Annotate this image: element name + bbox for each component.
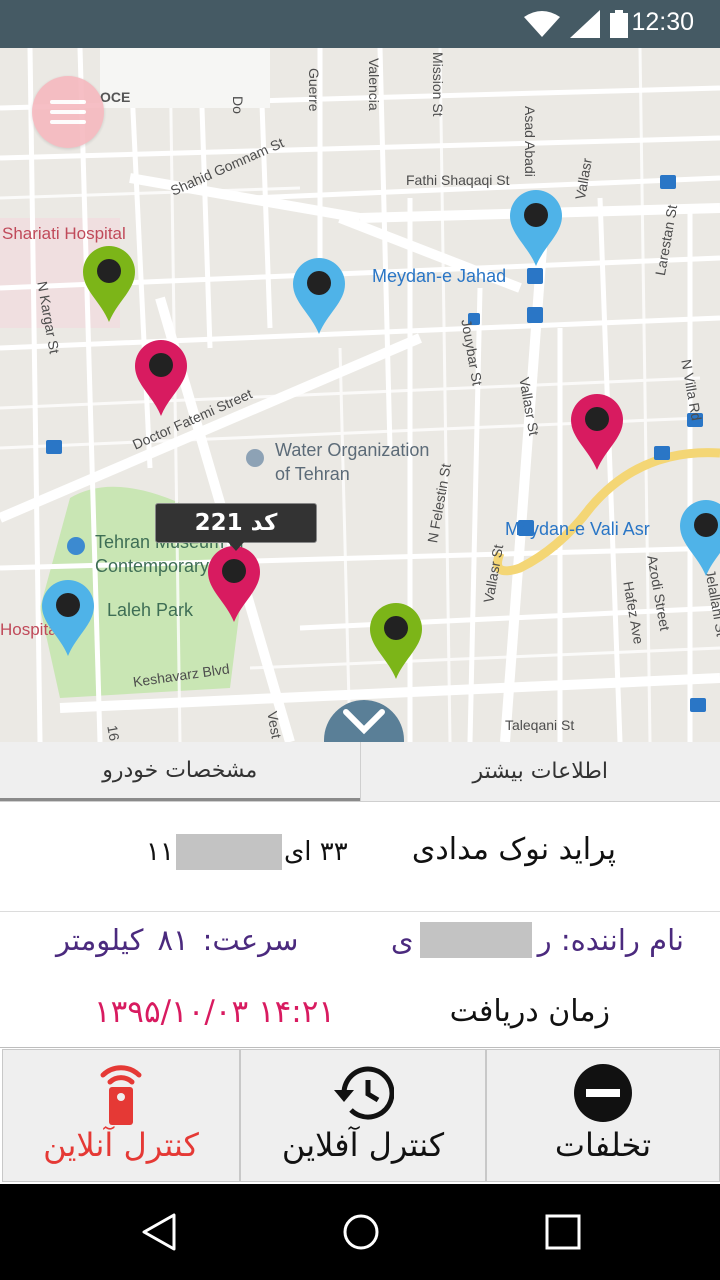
remote-signal-icon xyxy=(100,1065,142,1125)
map-marker-pink[interactable] xyxy=(569,392,625,472)
back-button[interactable] xyxy=(132,1204,188,1260)
map-label-fathi: Fathi Shaqaqi St xyxy=(406,172,510,188)
map-marker-green[interactable] xyxy=(368,601,424,681)
map-marker-blue[interactable] xyxy=(508,188,564,268)
system-nav-bar xyxy=(0,1184,720,1280)
map-label-water-org-1: Water Organization xyxy=(275,440,430,460)
menu-icon-bar xyxy=(50,120,86,124)
plate-redacted xyxy=(175,834,282,870)
collapse-panel-button[interactable] xyxy=(324,700,404,742)
home-circle-icon xyxy=(343,1214,379,1250)
recents-square-icon xyxy=(545,1214,581,1250)
map-label-do: Do xyxy=(230,96,246,114)
driver-name: نام راننده: ر ی xyxy=(391,920,684,960)
map-label-water-org-2: of Tehran xyxy=(275,464,350,484)
map-label-taleqani: Taleqani St xyxy=(505,717,575,733)
receive-time-value: ۱۳۹۵/۱۰/۰۳ ۱۴:۲۱ xyxy=(94,994,335,1030)
status-bar: 12:30 xyxy=(0,0,720,48)
map-label-oce: OCE xyxy=(100,89,131,105)
home-button[interactable] xyxy=(333,1204,389,1260)
menu-icon-bar xyxy=(50,100,86,104)
map-marker-blue[interactable] xyxy=(291,256,347,336)
driver-label: نام راننده: ر xyxy=(537,923,684,957)
recents-button[interactable] xyxy=(535,1204,591,1260)
map-label-valencia: Valencia xyxy=(366,58,382,111)
minus-circle-icon xyxy=(574,1064,632,1122)
tab-more-info[interactable]: اطلاعات بیشتر xyxy=(359,742,720,801)
speed-label: سرعت: xyxy=(202,923,299,957)
map-label-mission: Mission St xyxy=(430,52,446,117)
receive-time-row: زمان دریافت ۱۳۹۵/۱۰/۰۳ ۱۴:۲۱ xyxy=(0,982,720,1048)
menu-icon-bar xyxy=(50,110,86,114)
map-label-guerre: Guerre xyxy=(306,68,322,112)
offline-control-label: کنترل آفلاین xyxy=(281,1126,445,1164)
signal-icon xyxy=(570,10,600,38)
tab-vehicle-specs[interactable]: مشخصات خودرو xyxy=(0,742,360,801)
status-icons xyxy=(524,10,628,38)
driver-suffix: ی xyxy=(390,923,414,957)
map-label-16: 16 xyxy=(104,724,123,742)
driver-name-redacted xyxy=(419,922,532,958)
map-label-laleh-park: Laleh Park xyxy=(107,600,194,620)
vehicle-info-panel: پراید نوک مدادی ۱۱ ۳۳ ای نام راننده: ر ی… xyxy=(0,802,720,1048)
speed-value: ۸۱ xyxy=(157,923,189,957)
vehicle-speed: سرعت: ۸۱ کیلومتر xyxy=(56,920,298,960)
map-marker-pink-selected[interactable] xyxy=(206,544,262,624)
map-label-asad-abadi: Asad Abadi xyxy=(522,106,538,177)
online-control-button[interactable]: کنترل آنلاین xyxy=(2,1049,240,1182)
violations-button[interactable]: تخلفات xyxy=(486,1049,720,1182)
map-marker-green[interactable] xyxy=(81,244,137,324)
online-control-label: کنترل آنلاین xyxy=(43,1126,199,1164)
info-tabs: مشخصات خودرو اطلاعات بیشتر xyxy=(0,742,720,802)
vehicle-row: پراید نوک مدادی ۱۱ ۳۳ ای xyxy=(0,802,720,912)
status-time: 12:30 xyxy=(631,8,694,36)
receive-time-label: زمان دریافت xyxy=(449,994,610,1029)
map-marker-pink[interactable] xyxy=(133,338,189,418)
marker-code-tooltip: کد 221 xyxy=(155,503,317,551)
menu-button[interactable] xyxy=(32,76,104,148)
map-label-shariati-hospital: Shariati Hospital xyxy=(2,224,126,243)
battery-icon xyxy=(610,10,628,38)
speed-unit: کیلومتر xyxy=(56,923,144,957)
driver-speed-row: نام راننده: ر ی سرعت: ۸۱ کیلومتر xyxy=(0,912,720,982)
license-plate: ۱۱ ۳۳ ای xyxy=(146,834,348,870)
map-marker-blue[interactable] xyxy=(40,578,96,658)
map-view[interactable]: OCE Do Guerre Valencia Mission St Asad A… xyxy=(0,48,720,742)
action-bar: کنترل آنلاین کنترل آفلاین تخلفات xyxy=(2,1049,720,1182)
map-label-meydan-valiasr: Meydan-e Vali Asr xyxy=(505,519,650,539)
wifi-icon xyxy=(524,11,560,37)
offline-control-button[interactable]: کنترل آفلاین xyxy=(240,1049,486,1182)
chevron-down-icon xyxy=(343,709,385,735)
plate-right-number: ۳۳ ای xyxy=(283,837,348,867)
vehicle-name: پراید نوک مدادی xyxy=(411,832,616,867)
plate-left-number: ۱۱ xyxy=(146,837,174,867)
map-label-museum-2: Contemporary xyxy=(95,556,210,576)
violations-label: تخلفات xyxy=(554,1126,652,1164)
history-icon xyxy=(334,1066,394,1120)
back-triangle-icon xyxy=(142,1213,176,1251)
map-label-meydan-jahad: Meydan-e Jahad xyxy=(372,266,507,286)
map-marker-blue[interactable] xyxy=(678,498,720,578)
